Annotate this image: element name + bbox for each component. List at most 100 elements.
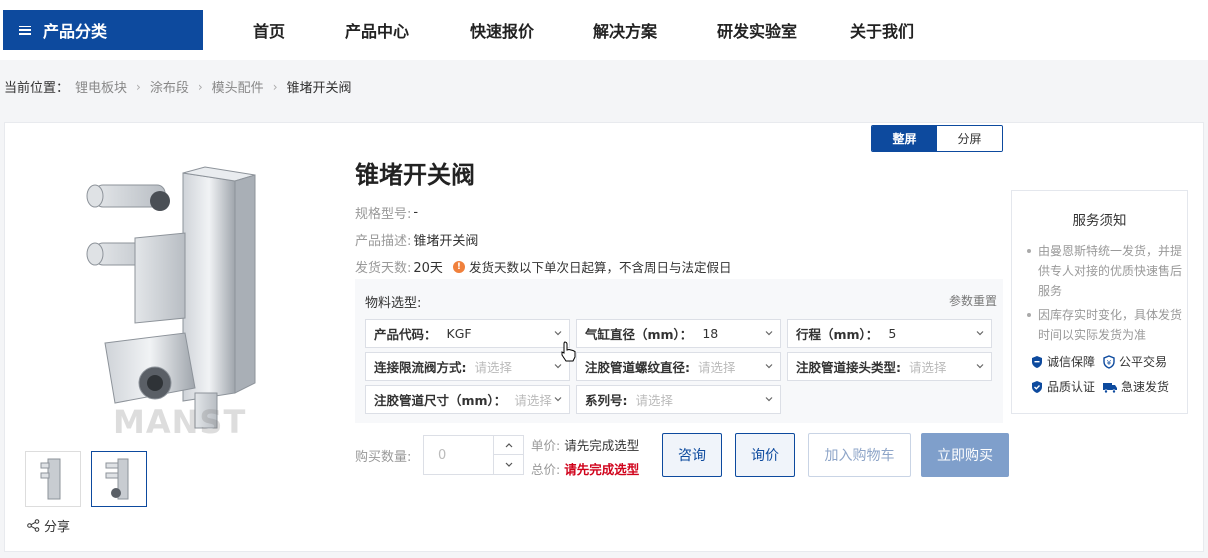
svg-text:¥: ¥	[1107, 359, 1112, 367]
select-value: KGF	[446, 326, 472, 341]
split-screen-tab[interactable]: 分屏	[937, 126, 1002, 151]
product-code-select[interactable]: 产品代码： KGF	[365, 319, 570, 348]
chevron-down-icon	[554, 364, 562, 369]
select-label: 注胶管道尺寸（mm）：	[374, 393, 507, 408]
stroke-select[interactable]: 行程（mm）： 5	[787, 319, 992, 348]
connector-type-select[interactable]: 注胶管道接头类型: 请选择	[787, 352, 992, 381]
nav-home[interactable]: 首页	[222, 18, 316, 42]
product-image	[86, 166, 256, 429]
chevron-down-icon	[505, 462, 512, 467]
unit-price-label: 单价:	[531, 438, 561, 453]
product-category-button[interactable]: 产品分类	[3, 10, 203, 50]
ship-value: 20天	[413, 261, 443, 276]
total-price-label: 总价:	[531, 462, 561, 477]
shield-icon	[1032, 355, 1042, 368]
select-label: 系列号:	[585, 393, 628, 408]
select-label: 连接限流阀方式:	[374, 360, 467, 375]
badge-integrity: 诚信保障	[1030, 353, 1102, 370]
select-placeholder: 请选择	[635, 393, 674, 408]
series-number-select[interactable]: 系列号: 请选择	[576, 385, 781, 414]
share-icon	[27, 519, 40, 532]
ship-row: 发货天数: 20天 ! 发货天数以下单次日起算，不含周日与法定假日	[355, 257, 731, 276]
material-selection-panel: 物料选型: 参数重置 产品代码： KGF 气缸直径（mm）： 18 行程（mm）…	[355, 279, 1003, 423]
quantity-stepper: 0	[423, 435, 524, 475]
select-placeholder: 请选择	[514, 393, 552, 408]
select-value: 18	[702, 326, 719, 341]
breadcrumb-label: 当前位置：	[4, 81, 70, 96]
category-label: 产品分类	[43, 22, 108, 41]
chevron-right-icon: ›	[272, 79, 278, 94]
nav-rd-lab[interactable]: 研发实验室	[684, 18, 830, 42]
increment-button[interactable]	[493, 436, 523, 455]
product-title: 锥堵开关阀	[355, 161, 475, 189]
select-value: 5	[888, 326, 897, 341]
spec-row: 规格型号: -	[355, 203, 418, 222]
buy-now-button[interactable]: 立即购买	[921, 433, 1009, 477]
select-placeholder: 请选择	[474, 360, 513, 375]
decrement-button[interactable]	[493, 455, 523, 474]
spec-value: -	[413, 205, 419, 220]
unit-price-value: 请先完成选型	[564, 438, 640, 453]
total-price-row: 总价: 请先完成选型	[531, 459, 639, 478]
consult-button[interactable]: 咨询	[662, 433, 722, 477]
badge-quality: 品质认证	[1030, 378, 1102, 395]
chevron-down-icon	[554, 331, 562, 336]
select-label: 行程（mm）：	[796, 327, 879, 342]
spec-label: 规格型号:	[355, 207, 412, 222]
product-card: MANST 分享 整屏 分屏 锥堵开关阀 规格型号: - 产品描述: 锥堵开关阀…	[4, 122, 1204, 552]
service-badges: 诚信保障 ¥ 公平交易 品质认证 急速发货	[1030, 353, 1180, 403]
chevron-right-icon: ›	[136, 79, 141, 94]
reset-params-button[interactable]: 参数重置	[949, 292, 997, 309]
thumbnail-2[interactable]	[91, 451, 147, 507]
service-notice-box: 服务须知 由曼恩斯特统一发货，并提供专人对接的优质快速售后服务 因库存实时变化，…	[1011, 190, 1188, 414]
service-note: 因库存实时变化，具体发货时间以实际发货为准	[1022, 305, 1182, 345]
shield-yen-icon: ¥	[1103, 354, 1115, 369]
thread-diameter-select[interactable]: 注胶管道螺纹直径: 请选择	[576, 352, 781, 381]
chevron-down-icon	[765, 364, 773, 369]
breadcrumb-item[interactable]: 涂布段	[150, 77, 189, 96]
nav-product-center[interactable]: 产品中心	[316, 18, 438, 42]
nav-about-us[interactable]: 关于我们	[830, 18, 934, 42]
full-screen-tab[interactable]: 整屏	[872, 126, 937, 151]
select-label: 产品代码：	[374, 327, 437, 342]
main-nav: 首页 产品中心 快速报价 解决方案 研发实验室 关于我们	[222, 10, 934, 50]
flow-valve-connection-select[interactable]: 连接限流阀方式: 请选择	[365, 352, 570, 381]
select-placeholder: 请选择	[698, 360, 736, 375]
breadcrumb-item[interactable]: 锂电板块	[75, 77, 127, 96]
service-title: 服务须知	[1072, 213, 1127, 229]
total-price-value: 请先完成选型	[564, 462, 640, 477]
inquiry-button[interactable]: 询价	[735, 433, 795, 477]
ship-label: 发货天数:	[355, 261, 412, 276]
certificate-icon	[1032, 380, 1042, 393]
chevron-right-icon: ›	[197, 79, 203, 94]
share-label: 分享	[44, 520, 71, 535]
warning-icon: !	[452, 260, 465, 273]
ship-note-text: 发货天数以下单次日起算，不含周日与法定假日	[468, 260, 732, 275]
add-to-cart-button[interactable]: 加入购物车	[808, 433, 911, 477]
view-toggle: 整屏 分屏	[871, 125, 1003, 152]
chevron-up-icon	[505, 443, 512, 448]
product-thumbnail-icon	[40, 458, 61, 500]
menu-icon	[19, 25, 31, 35]
share-button[interactable]: 分享	[27, 516, 70, 535]
truck-icon	[1103, 382, 1117, 393]
select-placeholder: 请选择	[909, 360, 947, 375]
desc-label: 产品描述:	[355, 234, 412, 249]
qty-label: 购买数量:	[355, 450, 412, 465]
cylinder-diameter-select[interactable]: 气缸直径（mm）： 18	[576, 319, 781, 348]
thumbnail-1[interactable]	[25, 451, 81, 507]
selection-title: 物料选型:	[365, 296, 422, 311]
pipe-size-select[interactable]: 注胶管道尺寸（mm）： 请选择	[365, 385, 570, 414]
nav-solutions[interactable]: 解决方案	[566, 18, 684, 42]
breadcrumb-current: 锥堵开关阀	[286, 81, 352, 96]
product-thumbnail-icon	[105, 458, 129, 500]
quantity-input[interactable]: 0	[438, 448, 446, 463]
chevron-down-icon	[765, 331, 773, 336]
desc-value: 锥堵开关阀	[413, 234, 479, 249]
select-label: 注胶管道接头类型:	[796, 360, 901, 375]
badge-fast-delivery: 急速发货	[1102, 378, 1174, 395]
nav-quick-quote[interactable]: 快速报价	[438, 18, 566, 42]
badge-fair-trade: ¥ 公平交易	[1102, 353, 1174, 370]
breadcrumb-item[interactable]: 模头配件	[212, 77, 264, 96]
hand-cursor-icon	[561, 341, 576, 362]
